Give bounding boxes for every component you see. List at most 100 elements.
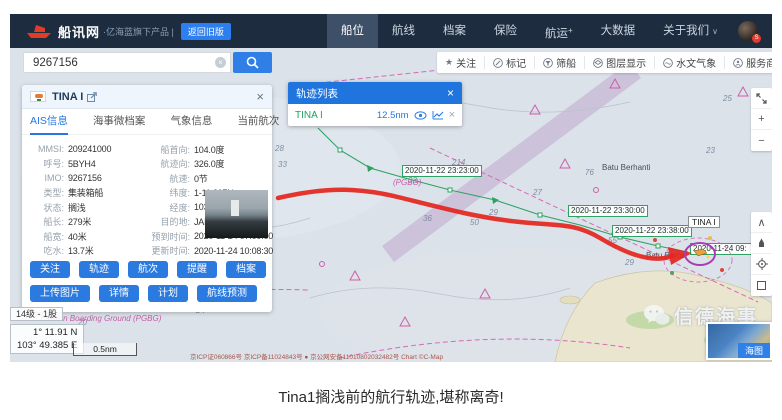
search-input[interactable] bbox=[23, 52, 231, 73]
pen-icon bbox=[493, 58, 503, 68]
track-vessel-name: TINA I bbox=[295, 110, 323, 121]
tab-weather-info[interactable]: 气象信息 bbox=[170, 109, 212, 135]
field-label: 航迹向: bbox=[140, 157, 190, 170]
user-avatar[interactable]: S bbox=[738, 21, 758, 41]
nav-item-ship-position[interactable]: 船位 bbox=[327, 14, 378, 48]
depth-sounding: 55 bbox=[608, 236, 617, 245]
field-label: 航速: bbox=[140, 172, 190, 185]
depth-sounding: 50 bbox=[470, 218, 479, 227]
depth-sounding: 23 bbox=[706, 146, 715, 155]
field-label: 船宽: bbox=[28, 230, 64, 243]
toolbar-follow[interactable]: ★关注 bbox=[437, 56, 484, 69]
field-value: 13.7米 bbox=[68, 244, 94, 257]
follow-button[interactable]: 关注 bbox=[30, 261, 70, 278]
route-forecast-button[interactable]: 航线预测 bbox=[197, 285, 257, 302]
field-value: 326.0度 bbox=[194, 157, 224, 170]
vessel-title: TINA I bbox=[52, 91, 83, 103]
field-value: 搁浅 bbox=[68, 201, 86, 214]
depth-sounding: 29 bbox=[625, 258, 634, 267]
alert-button[interactable]: 提醒 bbox=[177, 261, 217, 278]
wechat-icon bbox=[643, 304, 670, 328]
chart-mode-button[interactable]: 海图 bbox=[738, 343, 770, 358]
nav-menu: 船位 航线 档案 保险 航运+ 大数据 关于我们∨ S bbox=[327, 14, 772, 48]
field-label: 更新时间: bbox=[140, 244, 190, 257]
nav-item-about-us[interactable]: 关于我们∨ bbox=[649, 14, 732, 48]
place-label-batu-berhanti: Batu Berhanti bbox=[602, 163, 650, 172]
vessel-map-label[interactable]: TINA I bbox=[688, 216, 720, 228]
field-label: 预到时间: bbox=[140, 230, 190, 243]
depth-sounding: 28 bbox=[275, 144, 284, 153]
search-icon bbox=[246, 56, 259, 69]
nav-item-routes[interactable]: 航线 bbox=[378, 14, 429, 48]
nav-item-big-data[interactable]: 大数据 bbox=[587, 14, 650, 48]
top-navbar: 船讯网 ·亿海蓝旗下产品 | 返回旧版 船位 航线 档案 保险 航运+ 大数据 … bbox=[10, 14, 772, 48]
search-button[interactable] bbox=[233, 52, 272, 73]
toolbar-mark[interactable]: 标记 bbox=[484, 56, 534, 69]
track-list-row[interactable]: TINA I 12.5nm × bbox=[288, 104, 462, 126]
fullscreen-icon[interactable] bbox=[751, 88, 772, 109]
locate-target-icon[interactable] bbox=[751, 254, 772, 275]
upload-photo-button[interactable]: 上传图片 bbox=[30, 285, 90, 302]
back-to-old-version-button[interactable]: 返回旧版 bbox=[181, 23, 231, 40]
red-track-arrowhead bbox=[668, 247, 692, 265]
clear-icon[interactable]: × bbox=[215, 57, 226, 68]
star-icon: ★ bbox=[445, 57, 453, 68]
depth-sounding: 29 bbox=[489, 208, 498, 217]
tab-current-voyage[interactable]: 当前航次 bbox=[237, 109, 279, 135]
speed-chart-icon[interactable] bbox=[432, 110, 444, 120]
boat-logo-icon bbox=[26, 24, 52, 39]
field-label: 目的地: bbox=[140, 215, 190, 228]
field-value: 9267156 bbox=[68, 173, 102, 183]
field-value: 40米 bbox=[68, 230, 86, 243]
field-value: 0节 bbox=[194, 172, 208, 185]
ship-mode-icon[interactable] bbox=[751, 233, 772, 254]
action-buttons-row2: 上传图片 详情 计划 航线预测 bbox=[30, 285, 266, 302]
vessel-info-panel: TINA I × AIS信息 海事微档案 气象信息 当前航次 bbox=[22, 85, 272, 312]
nav-item-shipping-plus[interactable]: 航运+ bbox=[531, 14, 587, 48]
archive-button[interactable]: 档案 bbox=[226, 261, 266, 278]
voyage-button[interactable]: 航次 bbox=[128, 261, 168, 278]
map-copyright: 京ICP证060866号 京ICP备11024843号 ● 京公网安备11010… bbox=[190, 351, 590, 361]
close-icon[interactable]: × bbox=[256, 90, 264, 103]
cyprus-flag-icon bbox=[30, 91, 46, 102]
depth-sounding: 76 bbox=[585, 168, 594, 177]
field-label: 呼号: bbox=[28, 157, 64, 170]
collapse-up-icon[interactable]: ∧ bbox=[751, 212, 772, 233]
close-icon[interactable]: × bbox=[447, 86, 454, 100]
tab-maritime-archive[interactable]: 海事微档案 bbox=[93, 109, 146, 135]
track-time-label: 2020-11-22 23:38:00 bbox=[612, 225, 692, 237]
nav-item-archives[interactable]: 档案 bbox=[429, 14, 480, 48]
field-label: 船长: bbox=[28, 215, 64, 228]
vessel-photo[interactable] bbox=[205, 190, 268, 238]
toolbar-layers[interactable]: 图层显示 bbox=[584, 56, 654, 69]
field-label: 状态: bbox=[28, 201, 64, 214]
track-time-label: 2020-11-22 23:30:00 bbox=[568, 205, 648, 217]
zoom-out-icon[interactable]: − bbox=[751, 130, 772, 151]
toolbar-filter-ships[interactable]: 筛船 bbox=[534, 56, 584, 69]
field-label: IMO: bbox=[28, 173, 64, 183]
plan-button[interactable]: 计划 bbox=[148, 285, 188, 302]
depth-sounding: 25 bbox=[723, 94, 732, 103]
visibility-eye-icon[interactable] bbox=[414, 111, 427, 120]
map-side-tools: ∧ bbox=[751, 212, 772, 296]
details-button[interactable]: 详情 bbox=[99, 285, 139, 302]
page: 船讯网 ·亿海蓝旗下产品 | 返回旧版 船位 航线 档案 保险 航运+ 大数据 … bbox=[0, 0, 782, 420]
map-area[interactable]: 214 76 73 55 50 29 33 36 27 29 23 25 20 … bbox=[10, 48, 772, 362]
toolbar-weather[interactable]: 水文气象 bbox=[654, 56, 724, 69]
tab-ais-info[interactable]: AIS信息 bbox=[30, 109, 68, 135]
field-label: MMSI: bbox=[28, 144, 64, 154]
field-label: 船首向: bbox=[140, 143, 190, 156]
zoom-in-icon[interactable]: + bbox=[751, 109, 772, 130]
nav-item-insurance[interactable]: 保险 bbox=[480, 14, 531, 48]
notification-badge: S bbox=[752, 34, 761, 43]
depth-sounding: 33 bbox=[278, 160, 287, 169]
measure-icon[interactable] bbox=[751, 275, 772, 296]
field-label: 经度: bbox=[140, 201, 190, 214]
toolbar-service-provider[interactable]: 服务商 bbox=[724, 56, 772, 69]
vessel-panel-tabs: AIS信息 海事微档案 气象信息 当前航次 bbox=[22, 109, 272, 135]
field-value: 集装箱船 bbox=[68, 186, 103, 199]
external-link-icon[interactable] bbox=[87, 92, 97, 102]
overview-minimap[interactable]: 海图 bbox=[706, 322, 772, 360]
track-button[interactable]: 轨迹 bbox=[79, 261, 119, 278]
remove-track-icon[interactable]: × bbox=[449, 109, 455, 121]
